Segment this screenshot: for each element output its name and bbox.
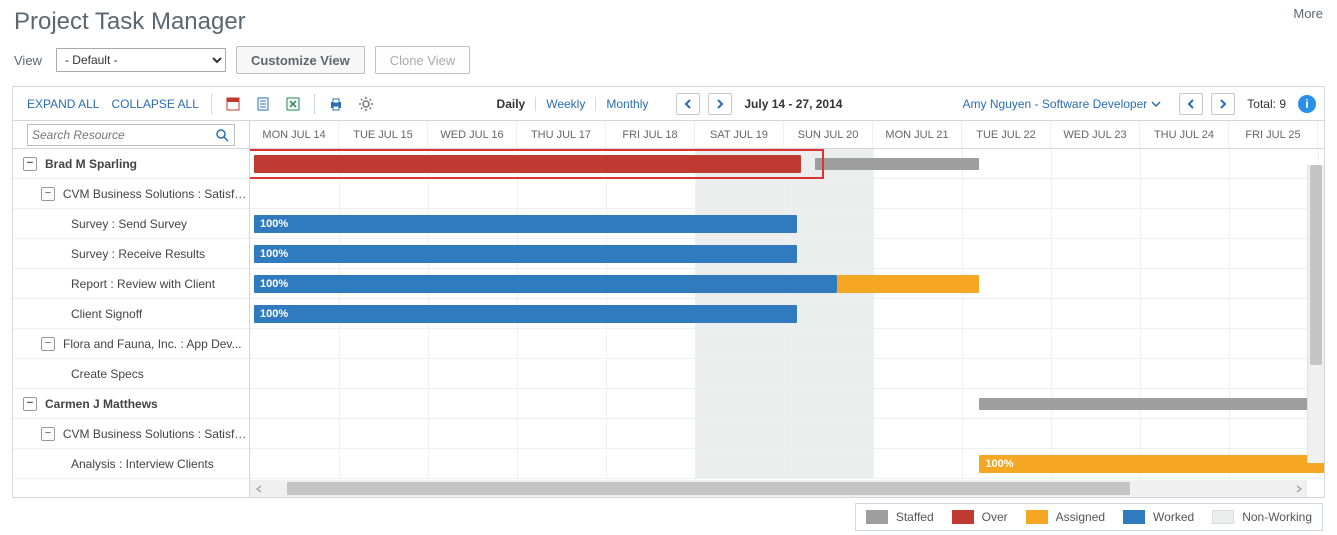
search-icon[interactable] (214, 127, 230, 143)
chevron-down-icon (1151, 101, 1161, 107)
expander-icon[interactable]: − (41, 187, 55, 201)
scroll-left-icon[interactable] (250, 480, 267, 497)
tree-row[interactable]: Analysis : Interview Clients (13, 449, 249, 479)
scroll-right-icon[interactable] (1290, 480, 1307, 497)
tree-row-label: Flora and Fauna, Inc. : App Dev... (63, 337, 242, 351)
tree-row[interactable]: −Flora and Fauna, Inc. : App Dev... (13, 329, 249, 359)
bar-percent-label: 100% (260, 248, 288, 260)
tree-row[interactable]: Client Signoff (13, 299, 249, 329)
date-prev-button[interactable] (676, 93, 700, 115)
timeline-header-cell: WED JUL 16 (428, 121, 517, 148)
tree-row-label: Carmen J Matthews (45, 397, 158, 411)
tree-row[interactable]: Survey : Send Survey (13, 209, 249, 239)
tree-row[interactable]: −Brad M Sparling (13, 149, 249, 179)
gantt-row (250, 419, 1324, 449)
tree-row-label: Survey : Send Survey (71, 217, 187, 231)
timeline-header-cell: SAT JUL 19 (695, 121, 784, 148)
doc-export-icon[interactable] (254, 95, 272, 113)
tree-row[interactable]: Report : Review with Client (13, 269, 249, 299)
gantt-bar-over[interactable] (254, 155, 801, 173)
gantt-bar-worked[interactable]: 100% (254, 215, 797, 233)
user-prev-button[interactable] (1179, 93, 1203, 115)
gantt-bar-assigned[interactable] (837, 275, 979, 293)
expander-icon[interactable]: − (23, 157, 37, 171)
view-label: View (14, 53, 42, 68)
gantt-row (250, 179, 1324, 209)
vertical-scrollbar[interactable] (1307, 165, 1324, 463)
timeline-header-cell: THU JUL 17 (517, 121, 606, 148)
gantt-row (250, 359, 1324, 389)
tree-row-label: CVM Business Solutions : Satisfa... (63, 187, 249, 201)
timeline-header-cell: THU JUL 24 (1140, 121, 1229, 148)
resource-tree-pane: −Brad M Sparling−CVM Business Solutions … (13, 121, 250, 497)
legend-swatch-over (952, 510, 974, 524)
gantt-bar-assigned[interactable]: 100% (979, 455, 1324, 473)
clone-view-button: Clone View (375, 46, 471, 74)
view-mode-monthly[interactable]: Monthly (596, 97, 658, 111)
timeline-header-cell: TUE JUL 22 (962, 121, 1051, 148)
total-label: Total: 9 (1239, 97, 1294, 111)
info-icon[interactable]: i (1298, 95, 1316, 113)
gantt-bar-staffed[interactable] (815, 158, 980, 170)
tree-row[interactable]: −CVM Business Solutions : Satisfa... (13, 179, 249, 209)
view-select[interactable]: - Default - (56, 48, 226, 72)
collapse-all-link[interactable]: COLLAPSE ALL (105, 97, 204, 111)
timeline-header-cell: FRI JUL 18 (606, 121, 695, 148)
print-icon[interactable] (327, 95, 345, 113)
view-mode-weekly[interactable]: Weekly (536, 97, 595, 111)
bar-percent-label: 100% (985, 458, 1013, 470)
tree-row[interactable]: −Carmen J Matthews (13, 389, 249, 419)
timeline-pane: MON JUL 14TUE JUL 15WED JUL 16THU JUL 17… (250, 121, 1324, 497)
tree-row-label: Report : Review with Client (71, 277, 215, 291)
user-dropdown[interactable]: Amy Nguyen - Software Developer (957, 97, 1168, 111)
timeline-header-cell: MON JUL 21 (873, 121, 962, 148)
expander-icon[interactable]: − (23, 397, 37, 411)
tree-row-label: CVM Business Solutions : Satisfa... (63, 427, 249, 441)
gantt-row (250, 329, 1324, 359)
excel-export-icon[interactable] (284, 95, 302, 113)
horizontal-scrollbar[interactable] (250, 480, 1307, 497)
tree-row-label: Brad M Sparling (45, 157, 137, 171)
gantt-bar-worked[interactable]: 100% (254, 245, 797, 263)
timeline-header-cell: MON JUL 14 (250, 121, 339, 148)
legend-swatch-nonworking (1212, 510, 1234, 524)
date-next-button[interactable] (708, 93, 732, 115)
legend-swatch-staffed (866, 510, 888, 524)
more-link[interactable]: More (1293, 6, 1323, 21)
tree-row[interactable]: −CVM Business Solutions : Satisfa... (13, 419, 249, 449)
bar-percent-label: 100% (260, 278, 288, 290)
gantt-bar-worked[interactable]: 100% (254, 305, 797, 323)
search-input[interactable] (32, 128, 214, 142)
expand-all-link[interactable]: EXPAND ALL (21, 97, 105, 111)
customize-view-button[interactable]: Customize View (236, 46, 365, 74)
tree-row[interactable]: Survey : Receive Results (13, 239, 249, 269)
gantt-bar-staffed[interactable] (979, 398, 1324, 410)
bar-percent-label: 100% (260, 218, 288, 230)
expander-icon[interactable]: − (41, 337, 55, 351)
timeline-header-cell: WED JUL 23 (1051, 121, 1140, 148)
pdf-export-icon[interactable] (224, 95, 242, 113)
user-next-button[interactable] (1211, 93, 1235, 115)
timeline-header-cell: SUN JUL 20 (784, 121, 873, 148)
legend: Staffed Over Assigned Worked Non-Working (855, 503, 1323, 531)
separator (211, 94, 212, 114)
gear-icon[interactable] (357, 95, 375, 113)
tree-row-label: Client Signoff (71, 307, 142, 321)
timeline-header-cell: FRI JUL 25 (1229, 121, 1318, 148)
legend-swatch-assigned (1026, 510, 1048, 524)
tree-row-label: Survey : Receive Results (71, 247, 205, 261)
tree-row[interactable]: Create Specs (13, 359, 249, 389)
separator (314, 94, 315, 114)
legend-swatch-worked (1123, 510, 1145, 524)
gantt-bar-worked[interactable]: 100% (254, 275, 837, 293)
tree-row-label: Create Specs (71, 367, 144, 381)
expander-icon[interactable]: − (41, 427, 55, 441)
page-title: Project Task Manager (0, 0, 1337, 40)
timeline-header-cell: TUE JUL 15 (339, 121, 428, 148)
date-range-label: July 14 - 27, 2014 (736, 97, 850, 111)
view-mode-daily[interactable]: Daily (487, 97, 536, 111)
bar-percent-label: 100% (260, 308, 288, 320)
tree-row-label: Analysis : Interview Clients (71, 457, 214, 471)
toolbar: EXPAND ALL COLLAPSE ALL Daily Weekly Mon… (13, 87, 1324, 121)
